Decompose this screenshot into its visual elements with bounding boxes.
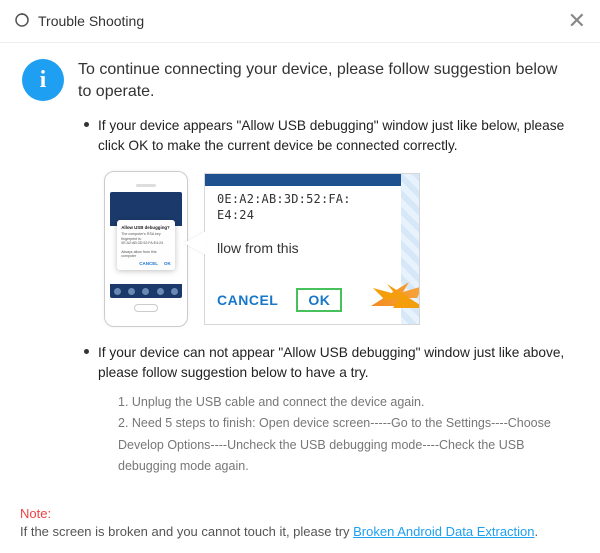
instruction-text-2: If your device can not appear "Allow USB… (98, 343, 568, 382)
content-area: i To continue connecting your device, pl… (0, 43, 600, 477)
zoom-mac-line1: 0E:A2:AB:3D:52:FA: (217, 192, 351, 206)
zoom-actions: CANCEL OK (217, 288, 342, 312)
arrow-icon (371, 278, 420, 310)
phone-dialog-title: Allow USB debugging? (121, 225, 171, 230)
note: Note: If the screen is broken and you ca… (20, 505, 580, 541)
instruction-item-1: If your device appears "Allow USB debugg… (78, 116, 568, 329)
sub-step-2: 2. Need 5 steps to finish: Open device s… (118, 413, 568, 477)
info-icon: i (22, 59, 64, 101)
zoom-panel: 0E:A2:AB:3D:52:FA: E4:24 llow from this … (204, 173, 420, 325)
zoom-mac-line2: E4:24 (217, 208, 254, 222)
phone-dialog-ok: OK (164, 261, 171, 266)
instruction-text-1: If your device appears "Allow USB debugg… (98, 116, 568, 155)
illustration: Allow USB debugging? The computer's RSA … (104, 169, 568, 329)
titlebar: Trouble Shooting ✕ (0, 0, 600, 43)
sub-step-1: 1. Unplug the USB cable and connect the … (118, 392, 568, 413)
callout-pointer (184, 231, 206, 255)
phone-dialog: Allow USB debugging? The computer's RSA … (117, 220, 175, 270)
close-icon[interactable]: ✕ (568, 10, 586, 32)
phone-mockup: Allow USB debugging? The computer's RSA … (104, 171, 188, 327)
note-label: Note: (20, 506, 51, 521)
zoom-ok-button: OK (296, 288, 342, 312)
titlebar-left: Trouble Shooting (14, 12, 144, 31)
phone-dialog-cancel: CANCEL (139, 261, 158, 266)
window-title: Trouble Shooting (38, 13, 144, 29)
phone-dialog-body: The computer's RSA key fingerprint is: 0… (121, 232, 171, 246)
instruction-item-2: If your device can not appear "Allow USB… (78, 343, 568, 477)
note-suffix: . (535, 524, 539, 539)
app-icon (14, 12, 30, 31)
note-link[interactable]: Broken Android Data Extraction (353, 524, 534, 539)
phone-dialog-check: Always allow from this computer (121, 250, 171, 258)
zoom-allow-text: llow from this (217, 240, 299, 256)
sub-steps: 1. Unplug the USB cable and connect the … (118, 392, 568, 477)
note-text: If the screen is broken and you cannot t… (20, 524, 353, 539)
zoom-cancel-button: CANCEL (217, 292, 278, 308)
body: To continue connecting your device, plea… (78, 59, 568, 477)
headline: To continue connecting your device, plea… (78, 59, 568, 102)
